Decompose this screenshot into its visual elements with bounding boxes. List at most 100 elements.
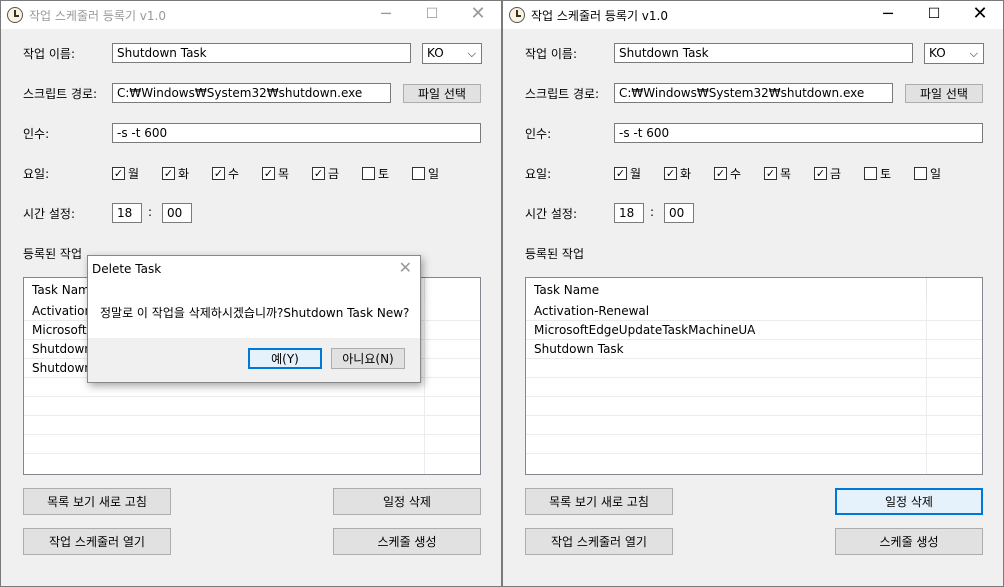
refresh-list-button[interactable]: 목록 보기 새로 고침 bbox=[525, 488, 673, 515]
day-checkbox-thu[interactable]: ✓ 목 bbox=[262, 165, 289, 181]
close-icon[interactable]: ✕ bbox=[455, 1, 501, 29]
check-icon: ✓ bbox=[614, 166, 627, 180]
dialog-footer: 예(Y) 아니요(N) bbox=[88, 338, 420, 382]
check-icon: ✓ bbox=[212, 166, 225, 180]
checkbox-empty-icon bbox=[864, 166, 877, 180]
day-checkbox-wed[interactable]: ✓ 수 bbox=[212, 165, 239, 181]
check-icon: ✓ bbox=[664, 166, 677, 180]
check-icon: ✓ bbox=[764, 166, 777, 180]
table-row[interactable]: Shutdown Task bbox=[526, 340, 982, 359]
script-path-input[interactable]: C:₩Windows₩System32₩shutdown.exe bbox=[112, 83, 391, 103]
hour-input[interactable]: 18 bbox=[112, 203, 142, 223]
day-checkbox-fri[interactable]: ✓ 금 bbox=[814, 165, 841, 181]
day-checkbox-sat[interactable]: 토 bbox=[864, 165, 891, 181]
args-label: 인수: bbox=[23, 127, 50, 141]
hour-input[interactable]: 18 bbox=[614, 203, 644, 223]
minimize-icon[interactable]: ─ bbox=[363, 1, 409, 29]
clock-icon bbox=[509, 7, 525, 23]
language-select[interactable]: KO ⌵ bbox=[924, 43, 984, 64]
check-icon: ✓ bbox=[262, 166, 275, 180]
checkbox-empty-icon bbox=[412, 166, 425, 180]
minute-input[interactable]: 00 bbox=[664, 203, 694, 223]
column-header-task-name[interactable]: Task Name bbox=[534, 283, 599, 297]
table-row-empty bbox=[24, 435, 480, 454]
language-select[interactable]: KO ⌵ bbox=[422, 43, 482, 64]
task-name-input[interactable]: Shutdown Task bbox=[112, 43, 411, 63]
minute-input[interactable]: 00 bbox=[162, 203, 192, 223]
table-row-empty bbox=[24, 416, 480, 435]
table-row-empty bbox=[526, 378, 982, 397]
script-path-label: 스크립트 경로: bbox=[525, 87, 600, 101]
delete-task-dialog: Delete Task ✕ 정말로 이 작업을 삭제하시겠습니까?Shutdow… bbox=[87, 255, 421, 383]
checkbox-empty-icon bbox=[914, 166, 927, 180]
day-checkbox-fri[interactable]: ✓ 금 bbox=[312, 165, 339, 181]
clock-icon bbox=[7, 7, 23, 23]
args-input[interactable]: -s -t 600 bbox=[112, 123, 481, 143]
days-label: 요일: bbox=[23, 167, 50, 181]
day-checkbox-tue[interactable]: ✓ 화 bbox=[162, 165, 189, 181]
args-input[interactable]: -s -t 600 bbox=[614, 123, 983, 143]
task-name-label: 작업 이름: bbox=[23, 47, 76, 61]
table-row[interactable]: Activation-Renewal bbox=[526, 302, 982, 321]
day-checkbox-sun[interactable]: 일 bbox=[412, 165, 439, 181]
refresh-list-button[interactable]: 목록 보기 새로 고침 bbox=[23, 488, 171, 515]
check-icon: ✓ bbox=[312, 166, 325, 180]
chevron-down-icon: ⌵ bbox=[969, 47, 978, 60]
window-title: 작업 스케줄러 등록기 v1.0 bbox=[29, 9, 166, 23]
maximize-icon[interactable]: ☐ bbox=[409, 1, 455, 29]
table-row-empty bbox=[526, 435, 982, 454]
table-row-empty bbox=[526, 416, 982, 435]
maximize-icon[interactable]: ☐ bbox=[911, 1, 957, 29]
close-icon[interactable]: ✕ bbox=[399, 258, 412, 277]
day-checkbox-mon[interactable]: ✓ 월 bbox=[614, 165, 641, 181]
script-path-label: 스크립트 경로: bbox=[23, 87, 98, 101]
task-name-label: 작업 이름: bbox=[525, 47, 578, 61]
script-path-input[interactable]: C:₩Windows₩System32₩shutdown.exe bbox=[614, 83, 893, 103]
no-button[interactable]: 아니요(N) bbox=[331, 348, 405, 369]
time-separator: : bbox=[148, 205, 153, 219]
left-window: 작업 스케줄러 등록기 v1.0 ─ ☐ ✕ 작업 이름: Shutdown T… bbox=[0, 0, 502, 587]
day-checkbox-thu[interactable]: ✓ 목 bbox=[764, 165, 791, 181]
check-icon: ✓ bbox=[162, 166, 175, 180]
yes-button[interactable]: 예(Y) bbox=[248, 348, 322, 369]
args-label: 인수: bbox=[525, 127, 552, 141]
days-label: 요일: bbox=[525, 167, 552, 181]
day-checkbox-wed[interactable]: ✓ 수 bbox=[714, 165, 741, 181]
time-separator: : bbox=[650, 205, 655, 219]
window-title: 작업 스케줄러 등록기 v1.0 bbox=[531, 9, 668, 23]
dialog-title: Delete Task bbox=[92, 262, 162, 276]
chevron-down-icon: ⌵ bbox=[467, 47, 476, 60]
open-scheduler-button[interactable]: 작업 스케줄러 열기 bbox=[23, 528, 171, 555]
list-header: Task Name bbox=[526, 278, 982, 302]
registered-tasks-label: 등록된 작업 bbox=[23, 247, 83, 261]
create-schedule-button[interactable]: 스케줄 생성 bbox=[333, 528, 481, 555]
open-scheduler-button[interactable]: 작업 스케줄러 열기 bbox=[525, 528, 673, 555]
check-icon: ✓ bbox=[714, 166, 727, 180]
create-schedule-button[interactable]: 스케줄 생성 bbox=[835, 528, 983, 555]
table-row-empty bbox=[526, 359, 982, 378]
language-value: KO bbox=[427, 46, 444, 60]
registered-tasks-label: 등록된 작업 bbox=[525, 247, 585, 261]
checkbox-empty-icon bbox=[362, 166, 375, 180]
table-row[interactable]: MicrosoftEdgeUpdateTaskMachineUA bbox=[526, 321, 982, 340]
dialog-message: 정말로 이 작업을 삭제하시겠습니까?Shutdown Task New? bbox=[100, 306, 410, 320]
day-checkbox-mon[interactable]: ✓ 월 bbox=[112, 165, 139, 181]
task-list[interactable]: Task Name Activation-Renewal MicrosoftEd… bbox=[525, 277, 983, 475]
delete-schedule-button[interactable]: 일정 삭제 bbox=[333, 488, 481, 515]
close-icon[interactable]: ✕ bbox=[957, 1, 1003, 29]
time-label: 시간 설정: bbox=[23, 207, 76, 221]
check-icon: ✓ bbox=[112, 166, 125, 180]
table-row-empty bbox=[24, 397, 480, 416]
delete-schedule-button[interactable]: 일정 삭제 bbox=[835, 488, 983, 515]
title-bar: 작업 스케줄러 등록기 v1.0 ─ ☐ ✕ bbox=[503, 1, 1003, 29]
day-checkbox-tue[interactable]: ✓ 화 bbox=[664, 165, 691, 181]
title-bar: 작업 스케줄러 등록기 v1.0 ─ ☐ ✕ bbox=[1, 1, 501, 29]
minimize-icon[interactable]: ─ bbox=[865, 1, 911, 29]
day-checkbox-sun[interactable]: 일 bbox=[914, 165, 941, 181]
day-checkbox-sat[interactable]: 토 bbox=[362, 165, 389, 181]
language-value: KO bbox=[929, 46, 946, 60]
file-select-button[interactable]: 파일 선택 bbox=[403, 84, 481, 103]
task-name-input[interactable]: Shutdown Task bbox=[614, 43, 913, 63]
file-select-button[interactable]: 파일 선택 bbox=[905, 84, 983, 103]
right-window: 작업 스케줄러 등록기 v1.0 ─ ☐ ✕ 작업 이름: Shutdown T… bbox=[502, 0, 1004, 587]
